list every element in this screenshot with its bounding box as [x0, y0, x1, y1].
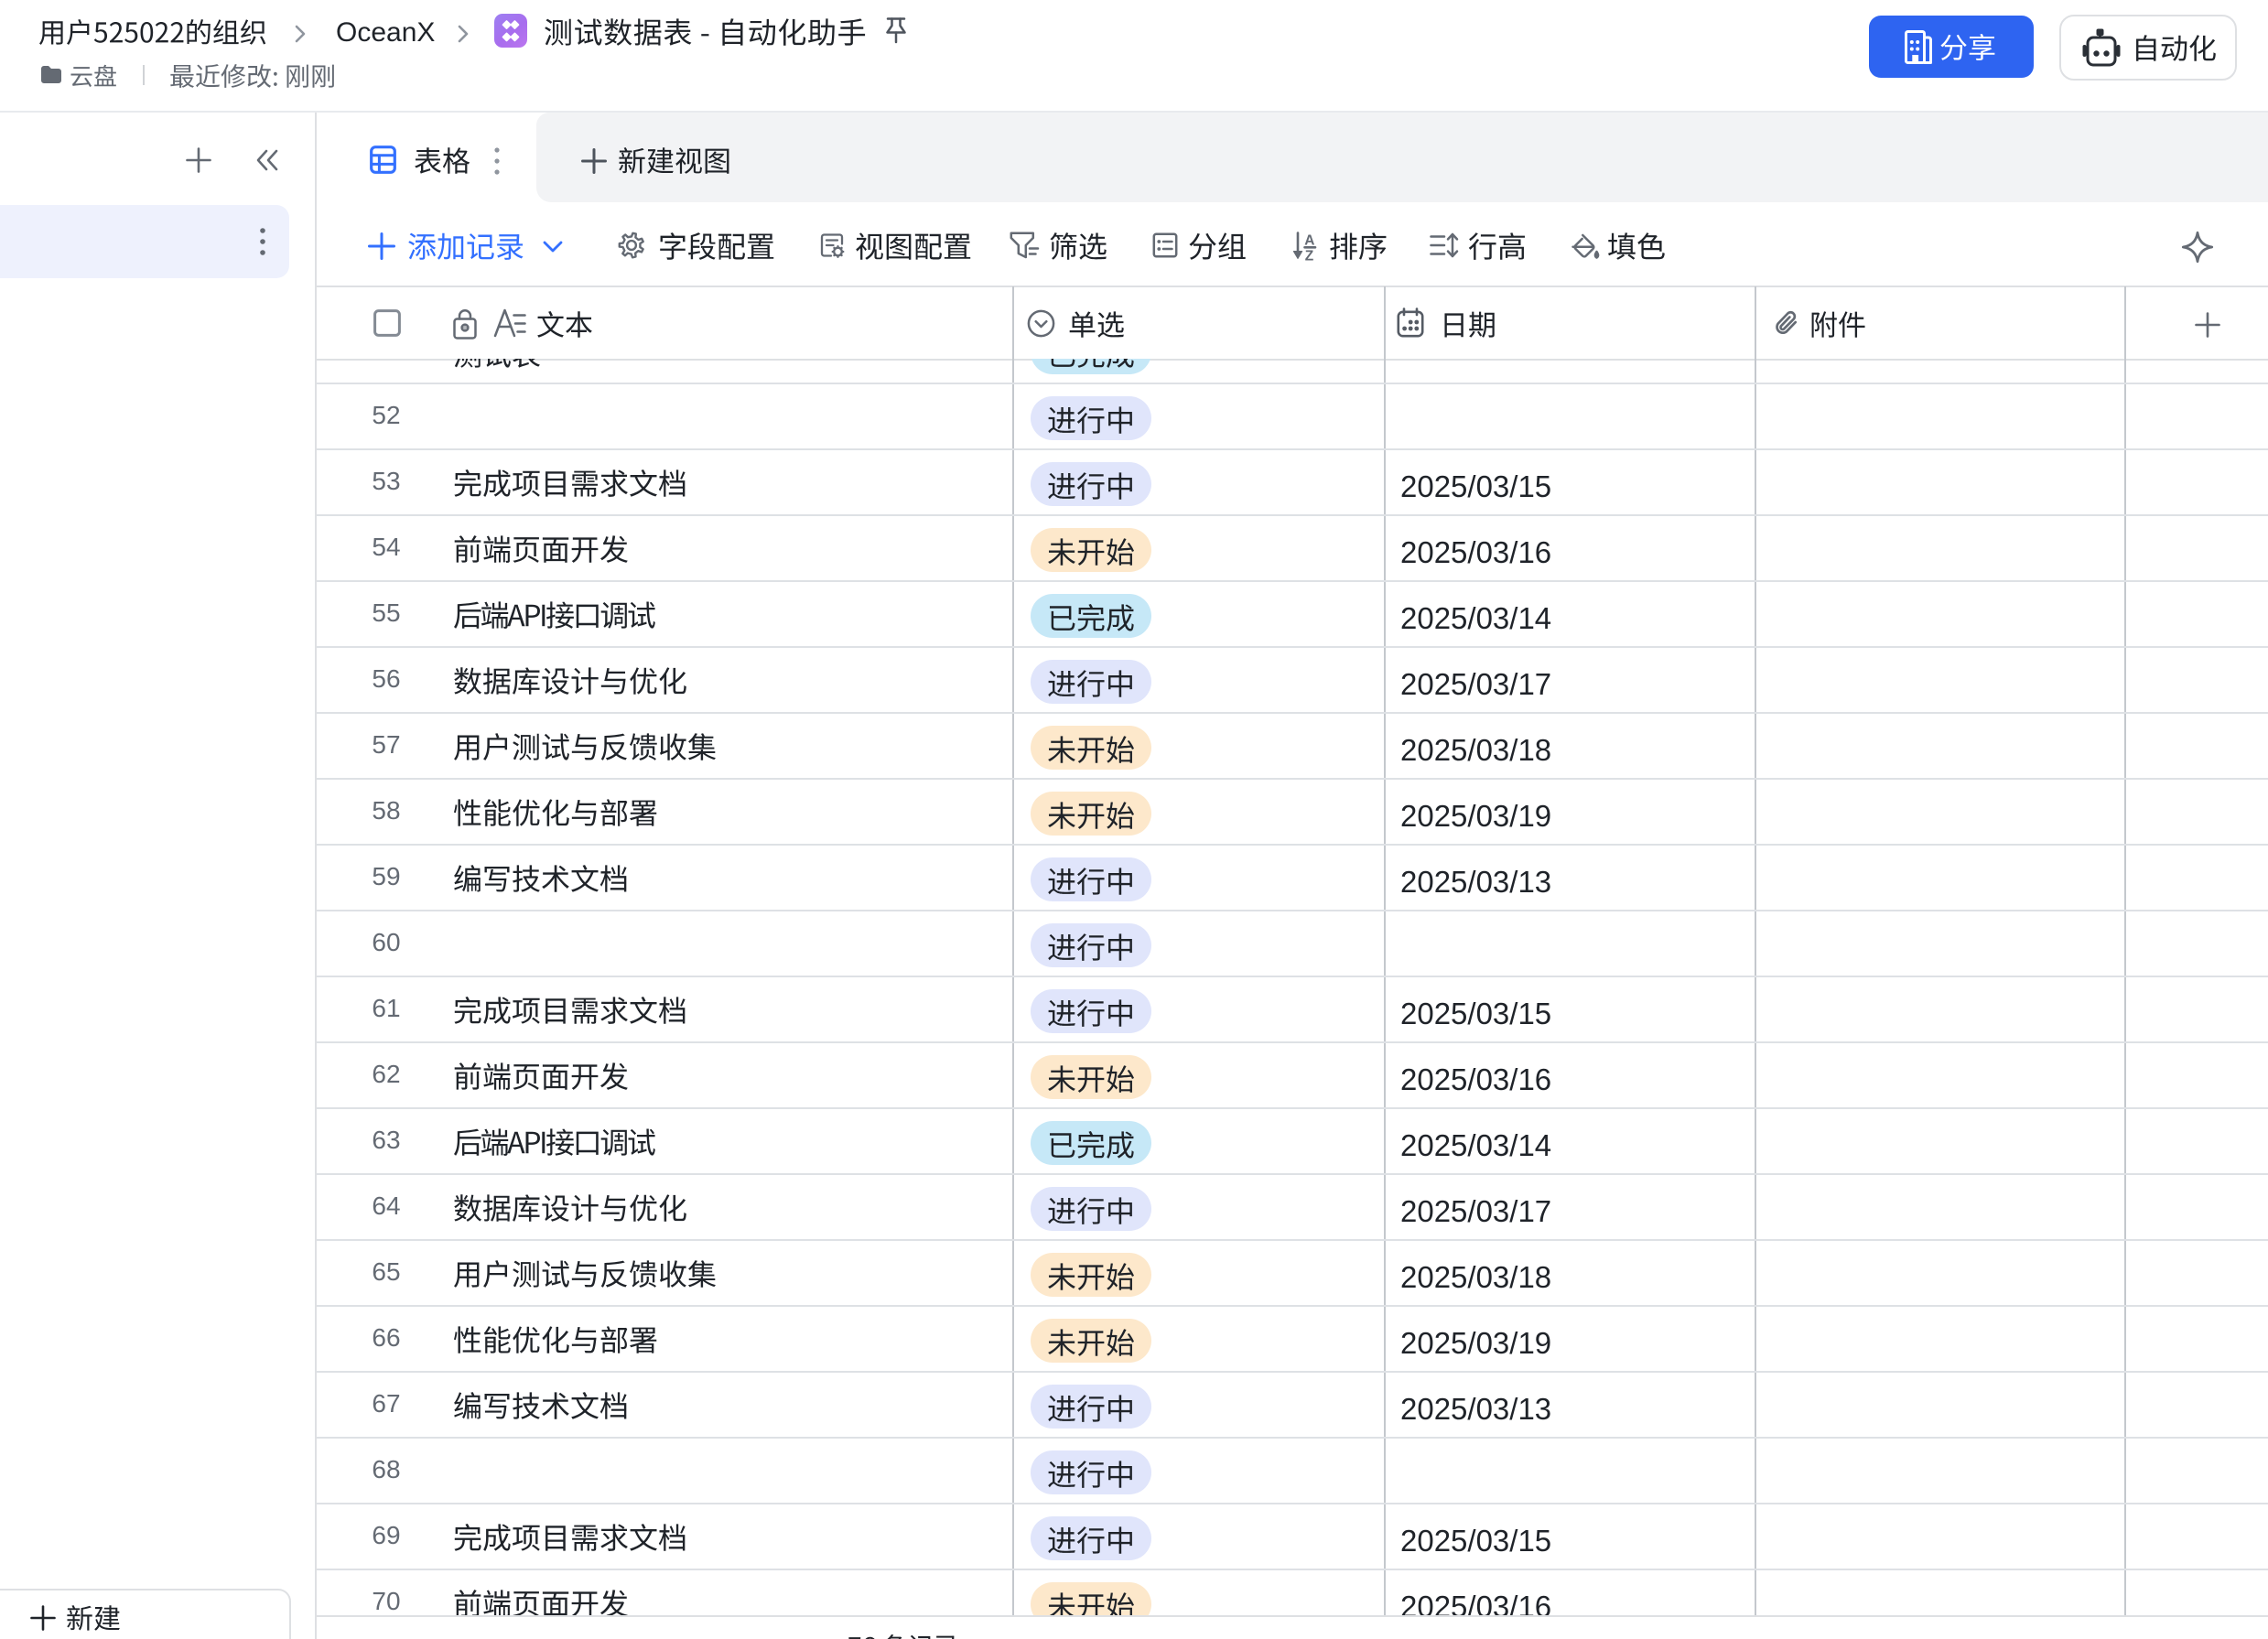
- svg-text:Z: Z: [1305, 249, 1314, 264]
- svg-text:A: A: [1304, 233, 1314, 249]
